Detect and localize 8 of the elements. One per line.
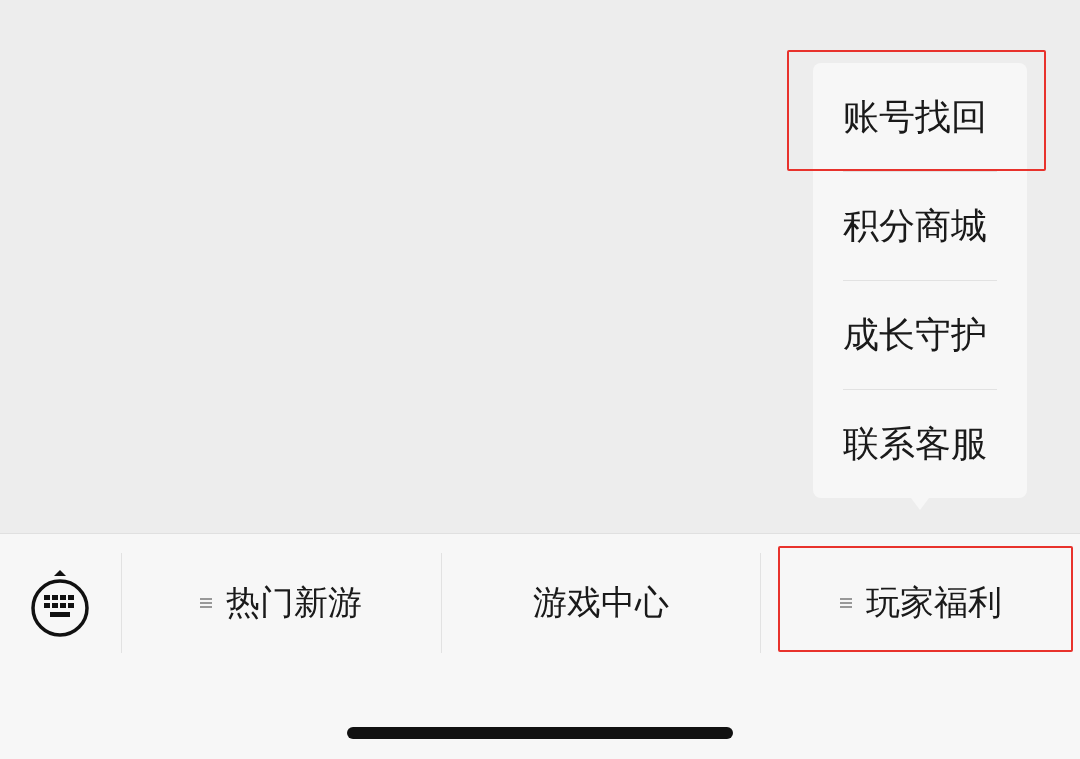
menu-tab[interactable]: 玩家福利 [839, 580, 1002, 626]
menu-tab[interactable]: 游戏中心 [532, 580, 669, 626]
keyboard-icon[interactable] [30, 568, 91, 638]
menu-item[interactable]: 成长守护 [843, 310, 987, 360]
menu-item[interactable]: 账号找回 [843, 92, 987, 142]
menu-item[interactable]: 积分商城 [843, 201, 987, 251]
menu-item[interactable]: 联系客服 [843, 419, 987, 469]
menu-tab[interactable]: 热门新游 [200, 580, 363, 626]
